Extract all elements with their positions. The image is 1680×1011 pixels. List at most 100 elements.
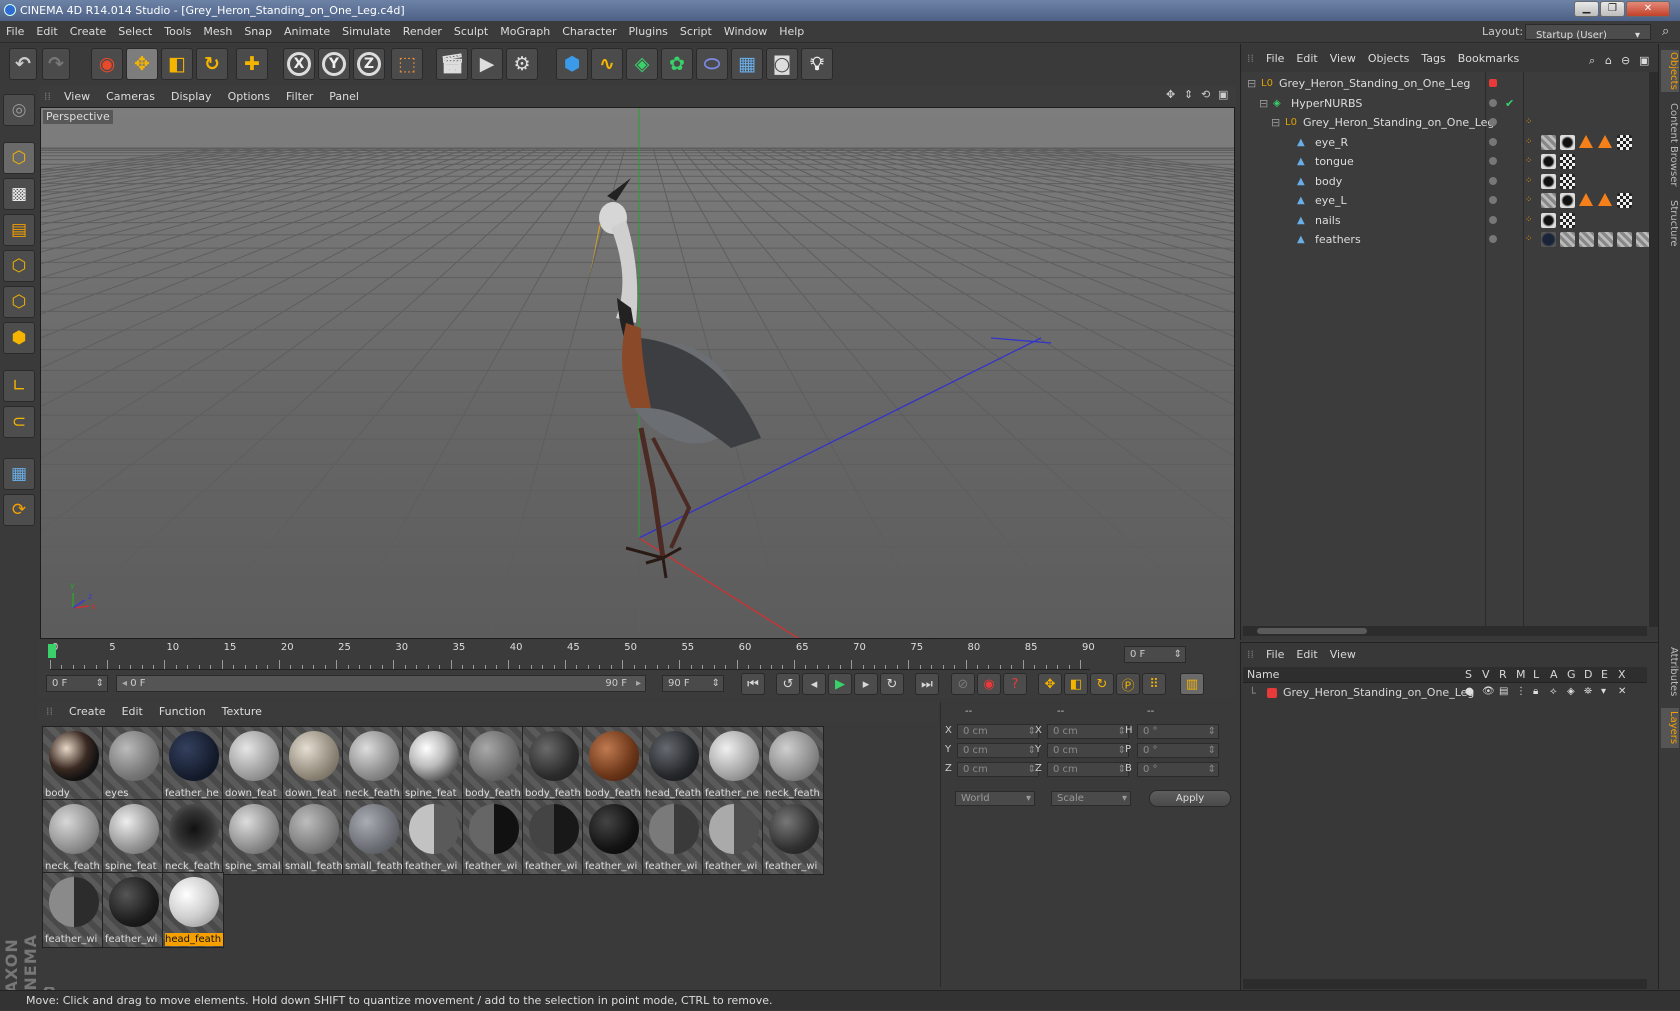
menu-file[interactable]: File [0, 21, 30, 43]
menu-tools[interactable]: Tools [158, 21, 197, 43]
layer-row[interactable]: └ Grey_Heron_Standing_on_One_Leg ● 👁︎ ▤ ⋮ 🔒︎… [1243, 684, 1647, 702]
material-swatch[interactable]: down_feat [282, 726, 344, 802]
menu-animate[interactable]: Animate [278, 21, 336, 43]
polygons-mode-button[interactable]: ⬢ [3, 322, 35, 354]
locked-workplane-button[interactable]: ⟳ [3, 494, 35, 526]
material-menu-edit[interactable]: Edit [114, 702, 151, 722]
zoom-view-icon[interactable]: ⇕ [1184, 88, 1193, 101]
xref-icon[interactable]: ✕ [1618, 686, 1626, 697]
material-swatch[interactable]: spine_feat [102, 799, 164, 875]
toggle-layout-icon[interactable]: ▣ [1218, 88, 1228, 101]
size-field[interactable]: 0 cm ⇕ [1047, 743, 1129, 758]
model-mode-button[interactable]: ⬡ [3, 142, 35, 174]
material-menu-texture[interactable]: Texture [214, 702, 270, 722]
object-menu-bookmarks[interactable]: Bookmarks [1452, 48, 1525, 70]
material-swatch[interactable]: body_feath [462, 726, 524, 802]
object-name[interactable]: Grey_Heron_Standing_on_One_Leg [1279, 74, 1470, 93]
tab-layers[interactable]: Layers [1661, 708, 1679, 748]
z-axis-button[interactable]: Z [353, 48, 385, 80]
object-row[interactable]: ▲ body ⁘ [1241, 172, 1649, 191]
go-to-start-button[interactable]: ⏮︎ [741, 673, 765, 695]
deformer-icon[interactable]: ⛯ [1584, 686, 1592, 697]
material-swatch[interactable]: neck_feath [162, 799, 224, 875]
autokey-button[interactable]: ◉ [977, 673, 1001, 695]
uvw-tag-icon[interactable] [1617, 134, 1632, 150]
material-swatch[interactable]: body [42, 726, 104, 802]
add-deformer-button[interactable]: ⬭ [696, 48, 728, 80]
play-button[interactable]: ▶ [828, 673, 852, 695]
add-array-button[interactable]: ✿ [661, 48, 693, 80]
material-swatch[interactable]: head_feath [642, 726, 704, 802]
object-row[interactable]: ⊟ ◈ HyperNURBS ✔ [1241, 94, 1649, 113]
material-swatch[interactable]: feather_wi [462, 799, 524, 875]
material-swatch[interactable]: eyes [102, 726, 164, 802]
start-frame-field[interactable]: 0 F ⇕ [46, 675, 108, 692]
size-field[interactable]: 0 cm ⇕ [1047, 724, 1129, 739]
undo-button[interactable]: ↶ [9, 48, 37, 80]
tab-structure[interactable]: Structure [1661, 198, 1679, 248]
menu-snap[interactable]: Snap [238, 21, 278, 43]
selection-tag-icon[interactable] [1579, 193, 1593, 206]
points-mode-button[interactable]: ⬡ [3, 250, 35, 282]
object-row[interactable]: ▲ tongue ⁘ [1241, 152, 1649, 171]
material-swatch[interactable]: neck_feath [342, 726, 404, 802]
layer-menu-file[interactable]: File [1260, 648, 1290, 661]
layout-select[interactable]: Startup (User) ▾ [1525, 24, 1651, 41]
rotation-field[interactable]: 0 ° ⇕ [1137, 762, 1219, 777]
current-frame-field[interactable]: 0 F ⇕ [1124, 646, 1186, 663]
visibility-dot-icon[interactable] [1489, 79, 1497, 87]
search-icon[interactable]: ⌕ [1662, 24, 1669, 39]
rotate-view-icon[interactable]: ⟲ [1201, 88, 1210, 101]
material-swatch[interactable]: feather_wi [42, 872, 104, 948]
object-menu-edit[interactable]: Edit [1290, 48, 1323, 70]
menu-render[interactable]: Render [397, 21, 448, 43]
menu-simulate[interactable]: Simulate [336, 21, 397, 43]
expression-icon[interactable]: ▾ [1601, 686, 1606, 697]
render-picture-viewer-button[interactable]: ▶ [471, 48, 503, 80]
tab-attributes[interactable]: Attributes [1661, 644, 1679, 700]
object-menu-view[interactable]: View [1324, 48, 1362, 70]
eye-icon[interactable]: 👁︎ [1482, 686, 1495, 697]
object-row[interactable]: ▲ eye_L ⁘ [1241, 191, 1649, 210]
expand-toggle-icon[interactable]: ⊟ [1271, 113, 1280, 132]
viewport-menu-view[interactable]: View [56, 86, 98, 107]
key-position-button[interactable]: ✥ [1038, 673, 1062, 695]
material-swatch[interactable]: feather_wi [702, 799, 764, 875]
animation-icon[interactable]: ⟡ [1550, 686, 1557, 697]
material-menu-create[interactable]: Create [61, 702, 114, 722]
snap-button[interactable]: ⊂ [3, 406, 35, 438]
go-to-end-button[interactable]: ⏭︎ [915, 673, 939, 695]
workplane-mode-button[interactable]: ▤ [3, 214, 35, 246]
material-swatch[interactable]: feather_wi [582, 799, 644, 875]
visibility-dot-icon[interactable] [1489, 215, 1497, 224]
material-swatch[interactable]: small_feath [282, 799, 344, 875]
position-field[interactable]: 0 cm ⇕ [957, 743, 1039, 758]
material-swatch[interactable]: feather_wi [642, 799, 704, 875]
selection-tag-icon[interactable] [1598, 134, 1612, 148]
y-axis-button[interactable]: Y [318, 48, 350, 80]
material-swatch[interactable]: neck_feath [762, 726, 824, 802]
menu-sculpt[interactable]: Sculpt [448, 21, 494, 43]
phong-tag-icon[interactable]: ⁘ [1525, 211, 1533, 230]
object-menu-objects[interactable]: Objects [1362, 48, 1416, 70]
visibility-dot-icon[interactable] [1489, 196, 1497, 204]
timeline-ruler[interactable]: 051015202530354045505560657075808590 0 F… [38, 640, 1236, 670]
add-tool-button[interactable]: ✚ [236, 48, 268, 80]
object-name[interactable]: feathers [1315, 230, 1361, 249]
material-tag-icon[interactable] [1541, 154, 1556, 169]
texture-tag-icon[interactable] [1541, 134, 1556, 150]
phong-tag-icon[interactable]: ⁘ [1525, 133, 1533, 152]
menu-mesh[interactable]: Mesh [197, 21, 238, 43]
material-swatch[interactable]: feather_wi [402, 799, 464, 875]
material-swatch[interactable]: small_feath [342, 799, 404, 875]
object-menu-file[interactable]: File [1260, 48, 1290, 70]
layer-name[interactable]: Grey_Heron_Standing_on_One_Leg [1283, 686, 1474, 699]
render-view-button[interactable]: 🎬︎ [436, 48, 468, 80]
maximize-button[interactable]: ❐ [1600, 1, 1625, 17]
rotation-field[interactable]: 0 ° ⇕ [1137, 743, 1219, 758]
material-swatch[interactable]: feather_wi [102, 872, 164, 948]
generator-icon[interactable]: ◈ [1567, 686, 1575, 697]
live-select-button[interactable]: ◉ [91, 48, 123, 80]
apply-button[interactable]: Apply [1149, 790, 1231, 807]
move-tool-button[interactable]: ✥ [126, 48, 158, 80]
